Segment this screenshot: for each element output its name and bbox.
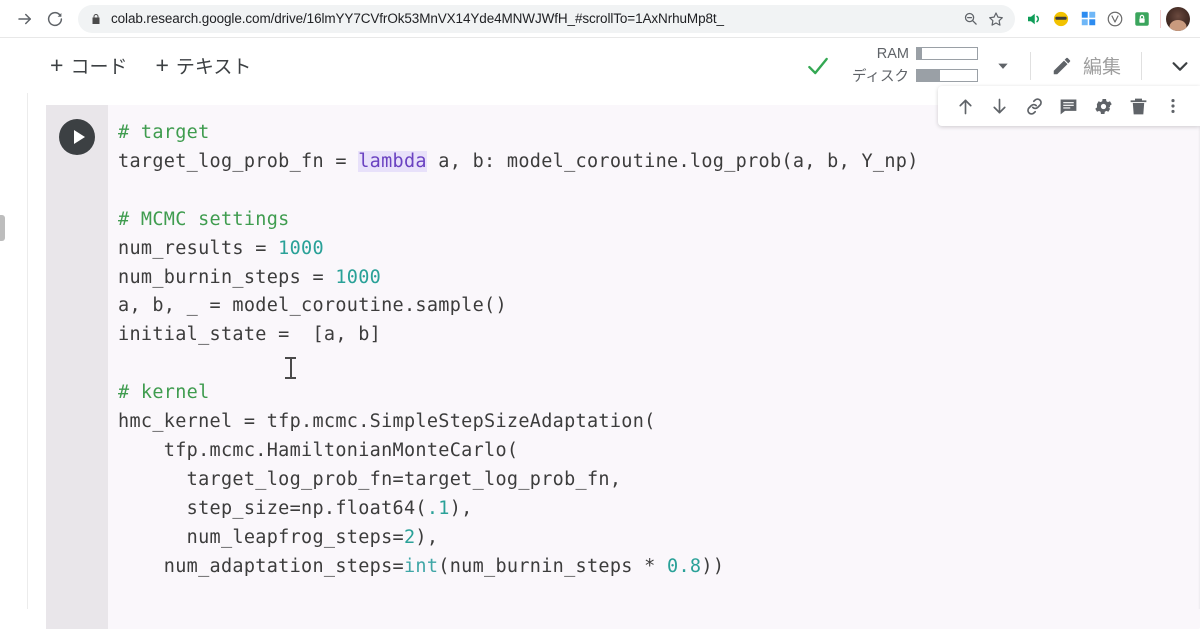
cell-gutter — [46, 105, 108, 629]
arrow-up-icon[interactable] — [951, 92, 979, 120]
ram-meter-track — [915, 47, 978, 60]
collapsed-sidebar — [0, 93, 28, 609]
colab-toolbar: + コード + テキスト RAM ディスク 編集 — [0, 38, 1200, 93]
caret-down-icon[interactable] — [990, 53, 1016, 79]
emoji-sunglasses-icon[interactable] — [1048, 6, 1074, 32]
plus-icon: + — [155, 52, 169, 78]
url-text: colab.research.google.com/drive/16lmYY7C… — [111, 11, 724, 26]
add-text-label: テキスト — [175, 57, 252, 78]
link-icon[interactable] — [1020, 92, 1048, 120]
v-circle-icon[interactable] — [1102, 6, 1128, 32]
run-cell-button[interactable] — [59, 119, 95, 155]
windows-grid-icon[interactable] — [1075, 6, 1101, 32]
play-icon — [73, 130, 85, 144]
green-check-icon — [805, 53, 831, 79]
tray-divider — [1160, 9, 1161, 28]
edit-label: 編集 — [1082, 57, 1121, 78]
arrow-down-icon[interactable] — [986, 92, 1014, 120]
toolbar-divider — [1141, 51, 1142, 80]
cell-action-toolbar — [938, 86, 1200, 126]
vertical-dots-icon[interactable] — [1159, 92, 1187, 120]
add-code-cell-button[interactable]: + コード — [40, 48, 137, 83]
trash-icon[interactable] — [1124, 92, 1152, 120]
cell-insert-controls: + コード + テキスト — [0, 48, 261, 83]
reload-icon[interactable] — [40, 4, 70, 34]
disk-label: ディスク — [851, 68, 909, 85]
lock-icon — [90, 12, 102, 26]
edit-mode-button[interactable]: 編集 — [1045, 48, 1127, 83]
green-lock-shield-icon[interactable] — [1129, 6, 1155, 32]
disk-meter-row: ディスク — [837, 65, 978, 86]
sidebar-toggle-handle[interactable] — [0, 215, 5, 241]
browser-toolbar: colab.research.google.com/drive/16lmYY7C… — [0, 0, 1200, 38]
code-editor[interactable]: # target target_log_prob_fn = lambda a, … — [108, 105, 1200, 629]
add-code-label: コード — [70, 57, 128, 78]
runtime-status-area: RAM ディスク 編集 — [805, 46, 1200, 86]
disk-meter-track — [915, 68, 978, 82]
address-bar[interactable]: colab.research.google.com/drive/16lmYY7C… — [78, 4, 1015, 33]
pencil-icon — [1051, 55, 1073, 77]
plus-icon: + — [50, 52, 64, 78]
ram-meter-fill — [916, 48, 922, 59]
toolbar-divider — [1029, 51, 1031, 80]
forward-arrow-icon[interactable] — [10, 4, 40, 34]
code-cell[interactable]: # target target_log_prob_fn = lambda a, … — [46, 105, 1200, 629]
user-avatar[interactable] — [1166, 6, 1190, 31]
ram-label: RAM — [876, 45, 909, 62]
disk-meter-fill — [916, 69, 940, 81]
ram-meter-row: RAM — [837, 46, 978, 62]
comment-icon[interactable] — [1055, 92, 1083, 120]
code-text: # target target_log_prob_fn = lambda a, … — [118, 122, 919, 577]
notebook-area: # target target_log_prob_fn = lambda a, … — [0, 93, 1200, 629]
audio-speaker-icon[interactable] — [1021, 6, 1047, 32]
chevron-down-icon[interactable] — [1166, 55, 1194, 77]
resource-meters[interactable]: RAM ディスク — [837, 46, 978, 86]
bookmark-star-icon[interactable] — [983, 6, 1009, 32]
add-text-cell-button[interactable]: + テキスト — [145, 48, 261, 83]
extension-tray — [1021, 6, 1190, 32]
gear-icon[interactable] — [1090, 92, 1118, 120]
zoom-search-icon[interactable] — [957, 6, 983, 32]
